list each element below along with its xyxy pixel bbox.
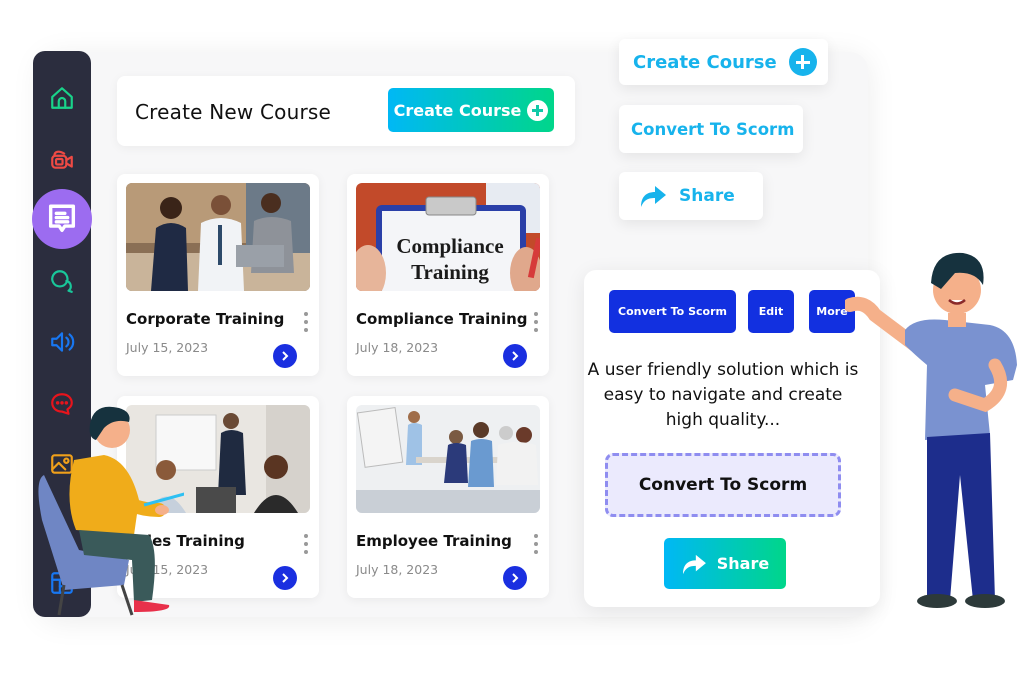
course-image bbox=[126, 183, 310, 291]
course-title: Employee Training bbox=[356, 532, 512, 550]
page-title: Create New Course bbox=[135, 100, 332, 124]
message-text-icon bbox=[48, 204, 76, 233]
share-label: Share bbox=[716, 554, 770, 573]
create-course-label: Create Course bbox=[633, 51, 777, 73]
more-options-icon[interactable] bbox=[302, 534, 310, 554]
floating-convert-to-scorm-button[interactable]: Convert To Scorm bbox=[619, 105, 803, 153]
course-image bbox=[356, 405, 540, 513]
course-card[interactable]: Employee Training July 18, 2023 bbox=[347, 396, 549, 598]
chevron-right-icon bbox=[512, 573, 519, 583]
image-caption-line: Training bbox=[411, 260, 489, 284]
more-options-icon[interactable] bbox=[532, 312, 540, 332]
course-date: July 15, 2023 bbox=[126, 340, 209, 355]
chevron-right-icon bbox=[282, 573, 289, 583]
open-course-button[interactable] bbox=[503, 344, 527, 368]
floating-share-button[interactable]: Share bbox=[619, 172, 763, 220]
more-options-icon[interactable] bbox=[302, 312, 310, 332]
convert-to-scorm-button[interactable]: Convert To Scorm bbox=[609, 290, 736, 333]
sidebar-item-chat[interactable] bbox=[33, 261, 91, 301]
sidebar-item-video[interactable] bbox=[33, 139, 91, 179]
sidebar-item-content-active[interactable] bbox=[32, 189, 92, 249]
video-camera-icon bbox=[51, 150, 73, 169]
stage: Create New Course Create Course Corporat… bbox=[0, 0, 1024, 673]
convert-to-scorm-dropzone[interactable]: Convert To Scorm bbox=[605, 453, 841, 517]
chevron-right-icon bbox=[282, 351, 289, 361]
course-card[interactable]: Compliance Training Compliance Training … bbox=[347, 174, 549, 376]
share-arrow-icon bbox=[682, 554, 706, 574]
share-arrow-icon bbox=[641, 186, 666, 207]
share-label: Share bbox=[679, 186, 735, 206]
open-course-button[interactable] bbox=[273, 566, 297, 590]
create-course-label: Create Course bbox=[393, 100, 522, 120]
speaker-icon bbox=[51, 332, 75, 352]
more-options-icon[interactable] bbox=[532, 534, 540, 554]
course-image: Compliance Training bbox=[356, 183, 540, 291]
standing-person-illustration bbox=[845, 252, 1017, 608]
seated-person-illustration bbox=[38, 406, 184, 616]
course-description: A user friendly solution which is easy t… bbox=[587, 360, 859, 430]
plus-circle-icon bbox=[788, 48, 817, 76]
home-icon bbox=[51, 87, 73, 109]
course-date: July 18, 2023 bbox=[356, 340, 439, 355]
chat-bubbles-icon bbox=[51, 270, 73, 293]
share-button[interactable]: Share bbox=[664, 538, 786, 589]
open-course-button[interactable] bbox=[503, 566, 527, 590]
create-course-button[interactable]: Create Course bbox=[388, 88, 554, 132]
course-card[interactable]: Corporate Training July 15, 2023 bbox=[117, 174, 319, 376]
create-course-header: Create New Course Create Course bbox=[117, 76, 575, 146]
floating-create-course-button[interactable]: Create Course bbox=[619, 39, 828, 85]
course-date: July 18, 2023 bbox=[356, 562, 439, 577]
edit-button[interactable]: Edit bbox=[748, 290, 794, 333]
plus-circle-icon bbox=[527, 99, 549, 121]
sidebar-item-home[interactable] bbox=[33, 78, 91, 118]
image-caption-line: Compliance bbox=[396, 234, 503, 258]
open-course-button[interactable] bbox=[273, 344, 297, 368]
course-title: Corporate Training bbox=[126, 310, 285, 328]
course-title: Compliance Training bbox=[356, 310, 528, 328]
convert-to-scorm-label: Convert To Scorm bbox=[631, 119, 795, 139]
sidebar-item-audio[interactable] bbox=[33, 322, 91, 362]
course-detail-panel: Convert To Scorm Edit More A user friend… bbox=[584, 270, 880, 607]
chevron-right-icon bbox=[512, 351, 519, 361]
